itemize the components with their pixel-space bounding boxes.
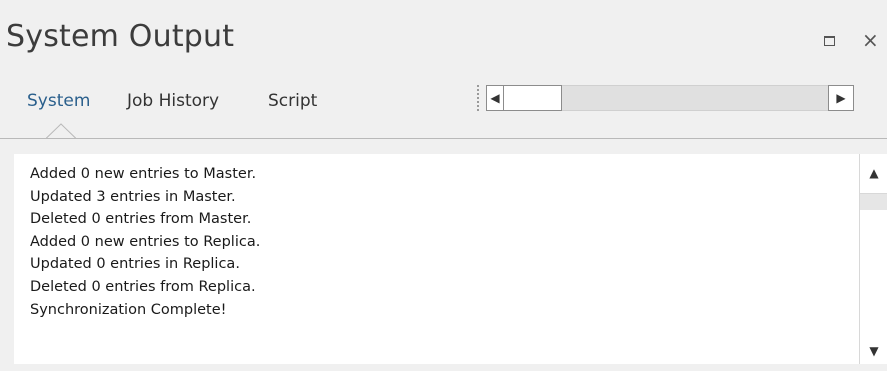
window-title: System Output: [6, 19, 235, 54]
log-line: Added 0 new entries to Replica.: [30, 233, 261, 250]
titlebar: System Output ×: [0, 0, 887, 86]
arrow-up-icon: ▲: [869, 166, 879, 180]
log-line: Updated 3 entries in Master.: [30, 188, 236, 205]
horizontal-scroll-track[interactable]: [562, 85, 830, 111]
close-icon: ×: [862, 28, 879, 52]
active-tab-indicator: [46, 123, 76, 139]
tab-script[interactable]: Script: [268, 91, 317, 111]
log-line: Synchronization Complete!: [30, 301, 227, 318]
maximize-icon: [824, 36, 835, 46]
scroll-up-button[interactable]: ▲: [860, 154, 887, 194]
panel-bottom-edge: [14, 364, 887, 371]
chevron-right-icon: ▶: [836, 91, 846, 105]
tab-system[interactable]: System: [27, 91, 90, 111]
vertical-scroll-thumb[interactable]: [860, 194, 887, 210]
scroll-right-button[interactable]: ▶: [828, 85, 854, 111]
log-line: Added 0 new entries to Master.: [30, 166, 257, 182]
maximize-button[interactable]: [823, 33, 839, 49]
vertical-scrollbar[interactable]: ▲ ▼: [859, 154, 887, 364]
tab-scroller: ◀ ▶: [477, 83, 877, 113]
grip-handle[interactable]: [477, 85, 481, 111]
close-button[interactable]: ×: [862, 30, 882, 50]
log-line: Updated 0 entries in Replica.: [30, 256, 240, 273]
scroll-left-button[interactable]: ◀: [486, 85, 504, 111]
horizontal-scroll-thumb[interactable]: [504, 85, 562, 111]
system-output-window: System Output × System Job History Scrip…: [0, 0, 887, 371]
output-panel: Added 0 new entries to Master. Updated 3…: [14, 154, 887, 364]
chevron-left-icon: ◀: [490, 91, 500, 105]
arrow-down-icon: ▼: [869, 344, 879, 358]
tab-job-history[interactable]: Job History: [127, 91, 219, 111]
log-line: Deleted 0 entries from Replica.: [30, 278, 256, 295]
log-line: Deleted 0 entries from Master.: [30, 211, 252, 228]
tab-divider: [0, 138, 887, 139]
scroll-down-button[interactable]: ▼: [860, 336, 887, 364]
output-log: Added 0 new entries to Master. Updated 3…: [30, 163, 260, 321]
